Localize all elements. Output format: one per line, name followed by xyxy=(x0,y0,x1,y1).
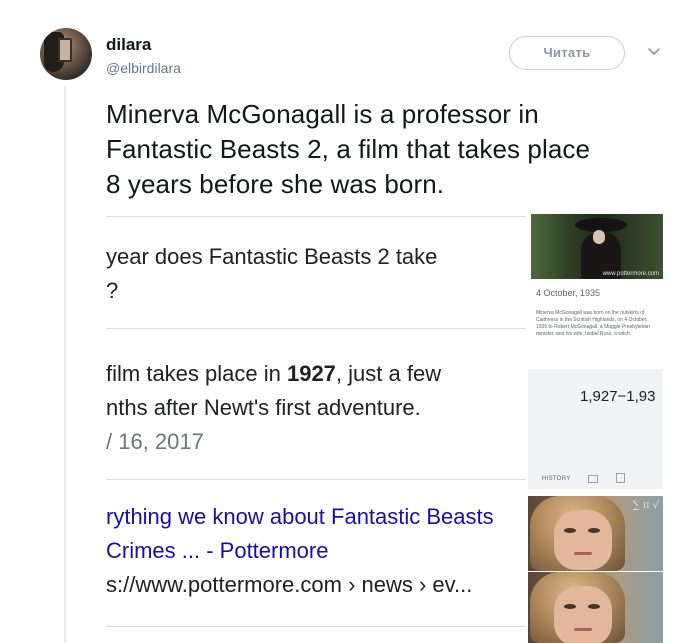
answer-line-1: film takes place in 1927, just a few xyxy=(106,361,441,387)
result-link-title-1[interactable]: rything we know about Fantastic Beasts xyxy=(106,504,494,530)
keyboard-icon[interactable] xyxy=(588,475,598,483)
tweet-image-collage[interactable]: www.pottermore.com 4 October, 1935 Miner… xyxy=(528,214,663,643)
confused-woman-meme-bottom xyxy=(528,572,663,643)
meme-math-overlay: ∑ π √ xyxy=(632,500,659,511)
meme-eye xyxy=(588,604,600,609)
photo-face xyxy=(593,230,605,244)
answer-line-2: nths after Newt's first adventure. xyxy=(106,395,421,420)
meme-eye xyxy=(564,604,576,609)
result-link-title-2[interactable]: Crimes ... - Pottermore xyxy=(106,538,328,564)
divider xyxy=(106,479,526,480)
answer-date: / 16, 2017 xyxy=(106,429,204,454)
tweet-image-search-result[interactable]: year does Fantastic Beasts 2 take ? film… xyxy=(106,214,536,643)
divider xyxy=(106,216,526,217)
avatar-phone xyxy=(58,38,72,62)
meme-mouth xyxy=(574,628,592,631)
grid-icon[interactable] xyxy=(616,473,625,483)
author-handle[interactable]: @elbirdilara xyxy=(106,60,181,76)
knowledge-panel-date: 4 October, 1935 xyxy=(536,288,601,298)
calculator-display xyxy=(528,369,663,489)
question-line-2: ? xyxy=(106,278,119,303)
confused-woman-meme-top: ∑ π √ xyxy=(528,496,663,571)
divider xyxy=(106,328,526,329)
chevron-down-icon[interactable] xyxy=(646,44,662,60)
author-name[interactable]: dilara xyxy=(106,35,151,55)
question-line-1: year does Fantastic Beasts 2 take xyxy=(106,244,438,269)
calculator-value: 1,927−1,93 xyxy=(580,388,656,405)
meme-mouth xyxy=(574,552,592,555)
mcgonagall-photo: www.pottermore.com xyxy=(531,214,663,279)
tweet-text: Minerva McGonagall is a professor in Fan… xyxy=(106,99,591,199)
photo-caption: www.pottermore.com xyxy=(602,271,659,277)
meme-face xyxy=(554,586,612,643)
knowledge-panel-body: Minerva McGonagall was born on the outsk… xyxy=(536,310,650,337)
answer-year: 1927 xyxy=(286,361,336,386)
answer-text-pre: film takes place in xyxy=(106,361,287,386)
divider xyxy=(106,626,526,627)
meme-face xyxy=(554,510,612,570)
meme-eye xyxy=(564,528,576,533)
answer-text-post: , just a few xyxy=(335,361,442,386)
follow-button[interactable]: Читать xyxy=(509,36,625,70)
thread-line xyxy=(64,86,66,643)
result-url: s://www.pottermore.com › news › ev... xyxy=(106,572,473,597)
history-label[interactable]: HISTORY xyxy=(542,476,571,482)
avatar[interactable] xyxy=(40,28,92,80)
meme-eye xyxy=(588,528,600,533)
